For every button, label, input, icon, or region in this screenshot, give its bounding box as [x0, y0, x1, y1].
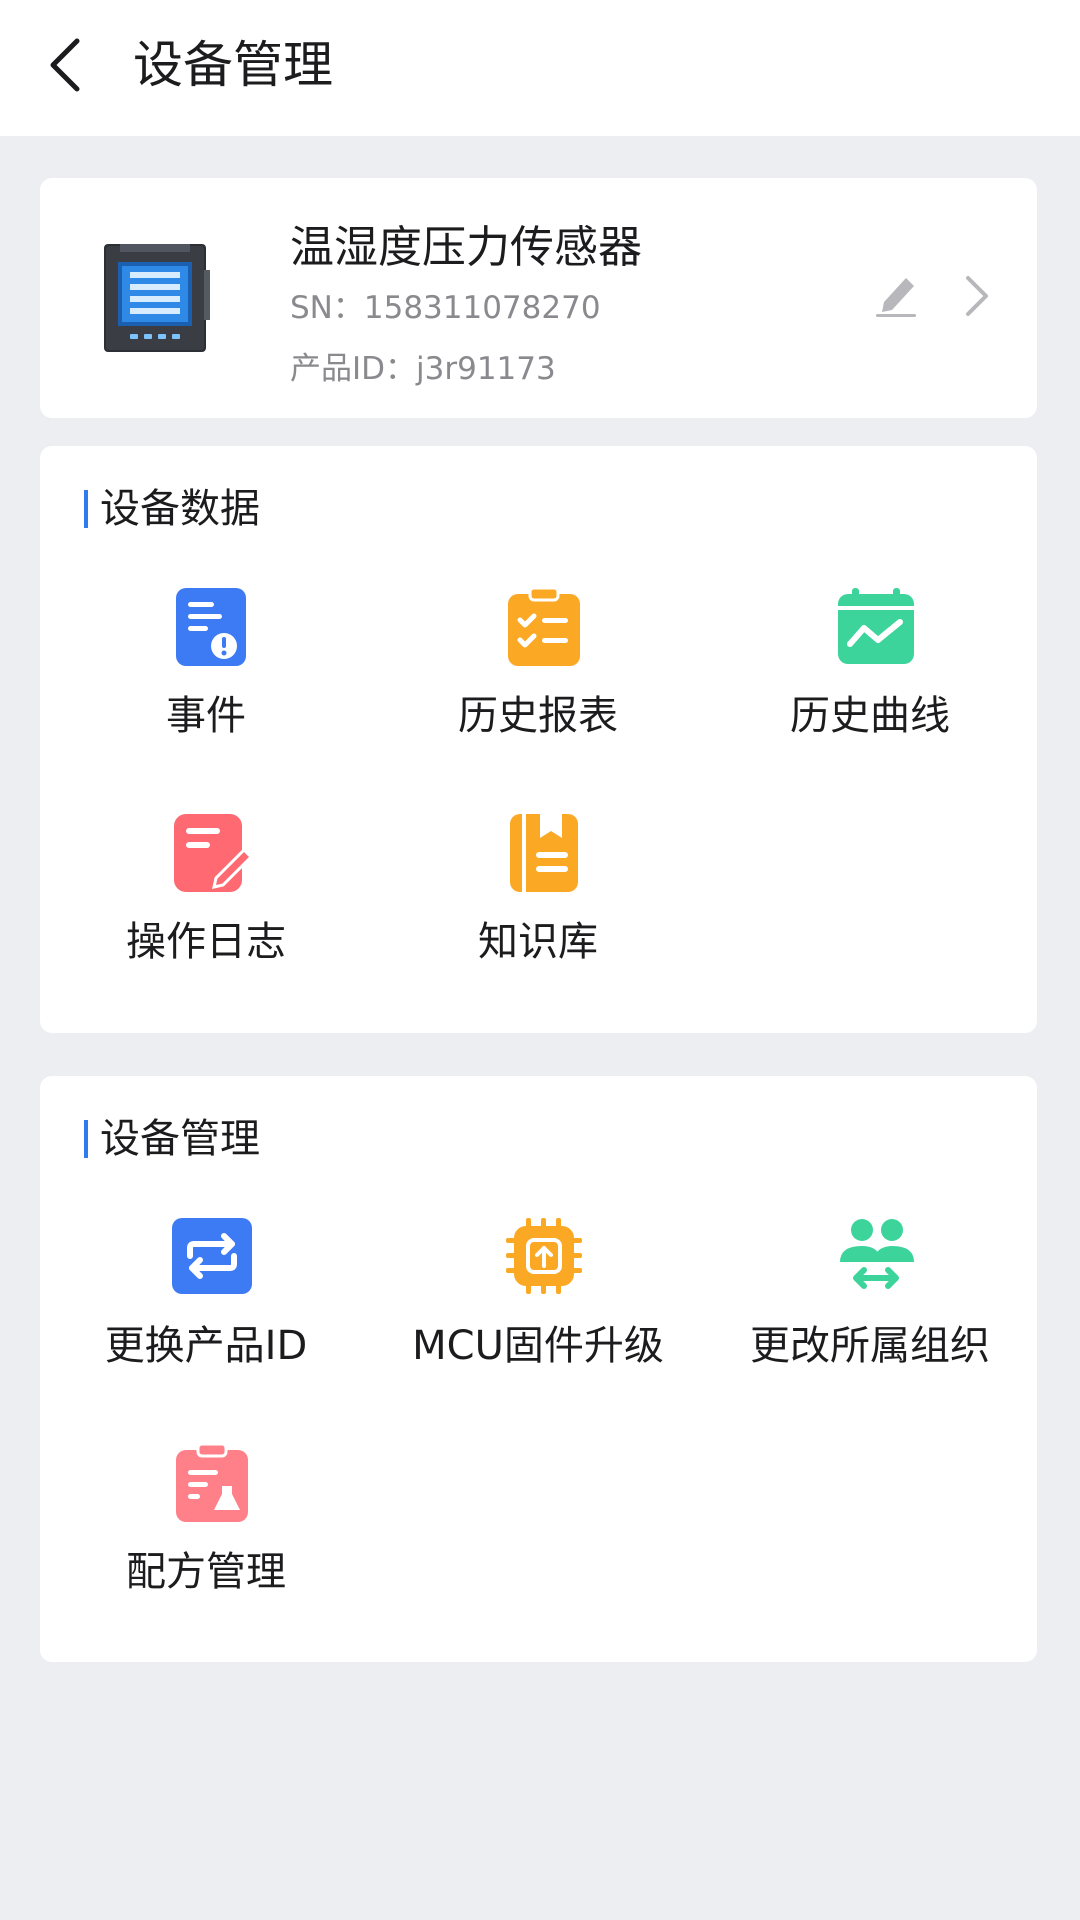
tile-history-curve[interactable]: 历史曲线	[704, 586, 1036, 776]
top-bar: 设备管理	[0, 0, 1080, 136]
tile-label: MCU固件升级	[412, 1323, 664, 1369]
device-info-card[interactable]: 温湿度压力传感器 SN：158311078270 产品ID：j3r91173	[40, 178, 1037, 418]
device-management-section: 设备管理 更换产品ID MCU固件升级 更改所属组织 配方管理	[40, 1076, 1037, 1662]
chevron-right-icon[interactable]	[958, 270, 994, 322]
section-title-text: 设备管理	[100, 1116, 260, 1162]
event-alert-icon	[176, 588, 246, 666]
tile-change-product-id[interactable]: 更换产品ID	[40, 1216, 372, 1406]
tile-history-report[interactable]: 历史报表	[372, 586, 704, 776]
device-data-section: 设备数据 事件 历史报表 历史曲线 操作日志 知识库	[40, 446, 1037, 1033]
swap-arrows-icon	[172, 1218, 252, 1294]
tile-mcu-firmware-upgrade[interactable]: MCU固件升级	[372, 1216, 704, 1406]
tile-change-organization[interactable]: 更改所属组织	[704, 1216, 1036, 1406]
tile-label: 更换产品ID	[104, 1323, 308, 1369]
edit-pencil-icon[interactable]	[870, 266, 926, 322]
device-thumbnail	[104, 244, 210, 352]
group-transfer-icon	[840, 1219, 914, 1289]
tile-recipe-management[interactable]: 配方管理	[40, 1442, 372, 1632]
clipboard-flask-icon	[176, 1442, 248, 1522]
tile-knowledge-base[interactable]: 知识库	[372, 812, 704, 1002]
tile-event[interactable]: 事件	[40, 586, 372, 776]
tile-label: 事件	[166, 693, 246, 739]
chevron-left-icon	[50, 38, 80, 92]
book-bookmark-icon	[510, 814, 578, 892]
chip-upgrade-icon	[506, 1218, 582, 1294]
device-name: 温湿度压力传感器	[290, 222, 642, 273]
calendar-curve-icon	[838, 588, 914, 664]
note-pen-icon	[174, 814, 252, 892]
device-sn: SN：158311078270	[290, 290, 601, 326]
device-product-id: 产品ID：j3r91173	[290, 351, 556, 387]
tile-label: 更改所属组织	[750, 1323, 990, 1369]
section-accent-bar	[84, 490, 88, 528]
page-title: 设备管理	[133, 36, 333, 94]
tile-label: 操作日志	[126, 919, 286, 965]
tile-label: 知识库	[478, 919, 598, 965]
tile-label: 历史曲线	[790, 693, 950, 739]
tile-label: 配方管理	[126, 1549, 286, 1595]
report-checklist-icon	[508, 586, 580, 666]
back-button[interactable]	[30, 22, 100, 108]
section-title: 设备管理	[84, 1114, 260, 1164]
section-title-text: 设备数据	[100, 486, 260, 532]
tile-operation-log[interactable]: 操作日志	[40, 812, 372, 1002]
tile-label: 历史报表	[458, 693, 618, 739]
section-accent-bar	[84, 1120, 88, 1158]
section-title: 设备数据	[84, 484, 260, 534]
